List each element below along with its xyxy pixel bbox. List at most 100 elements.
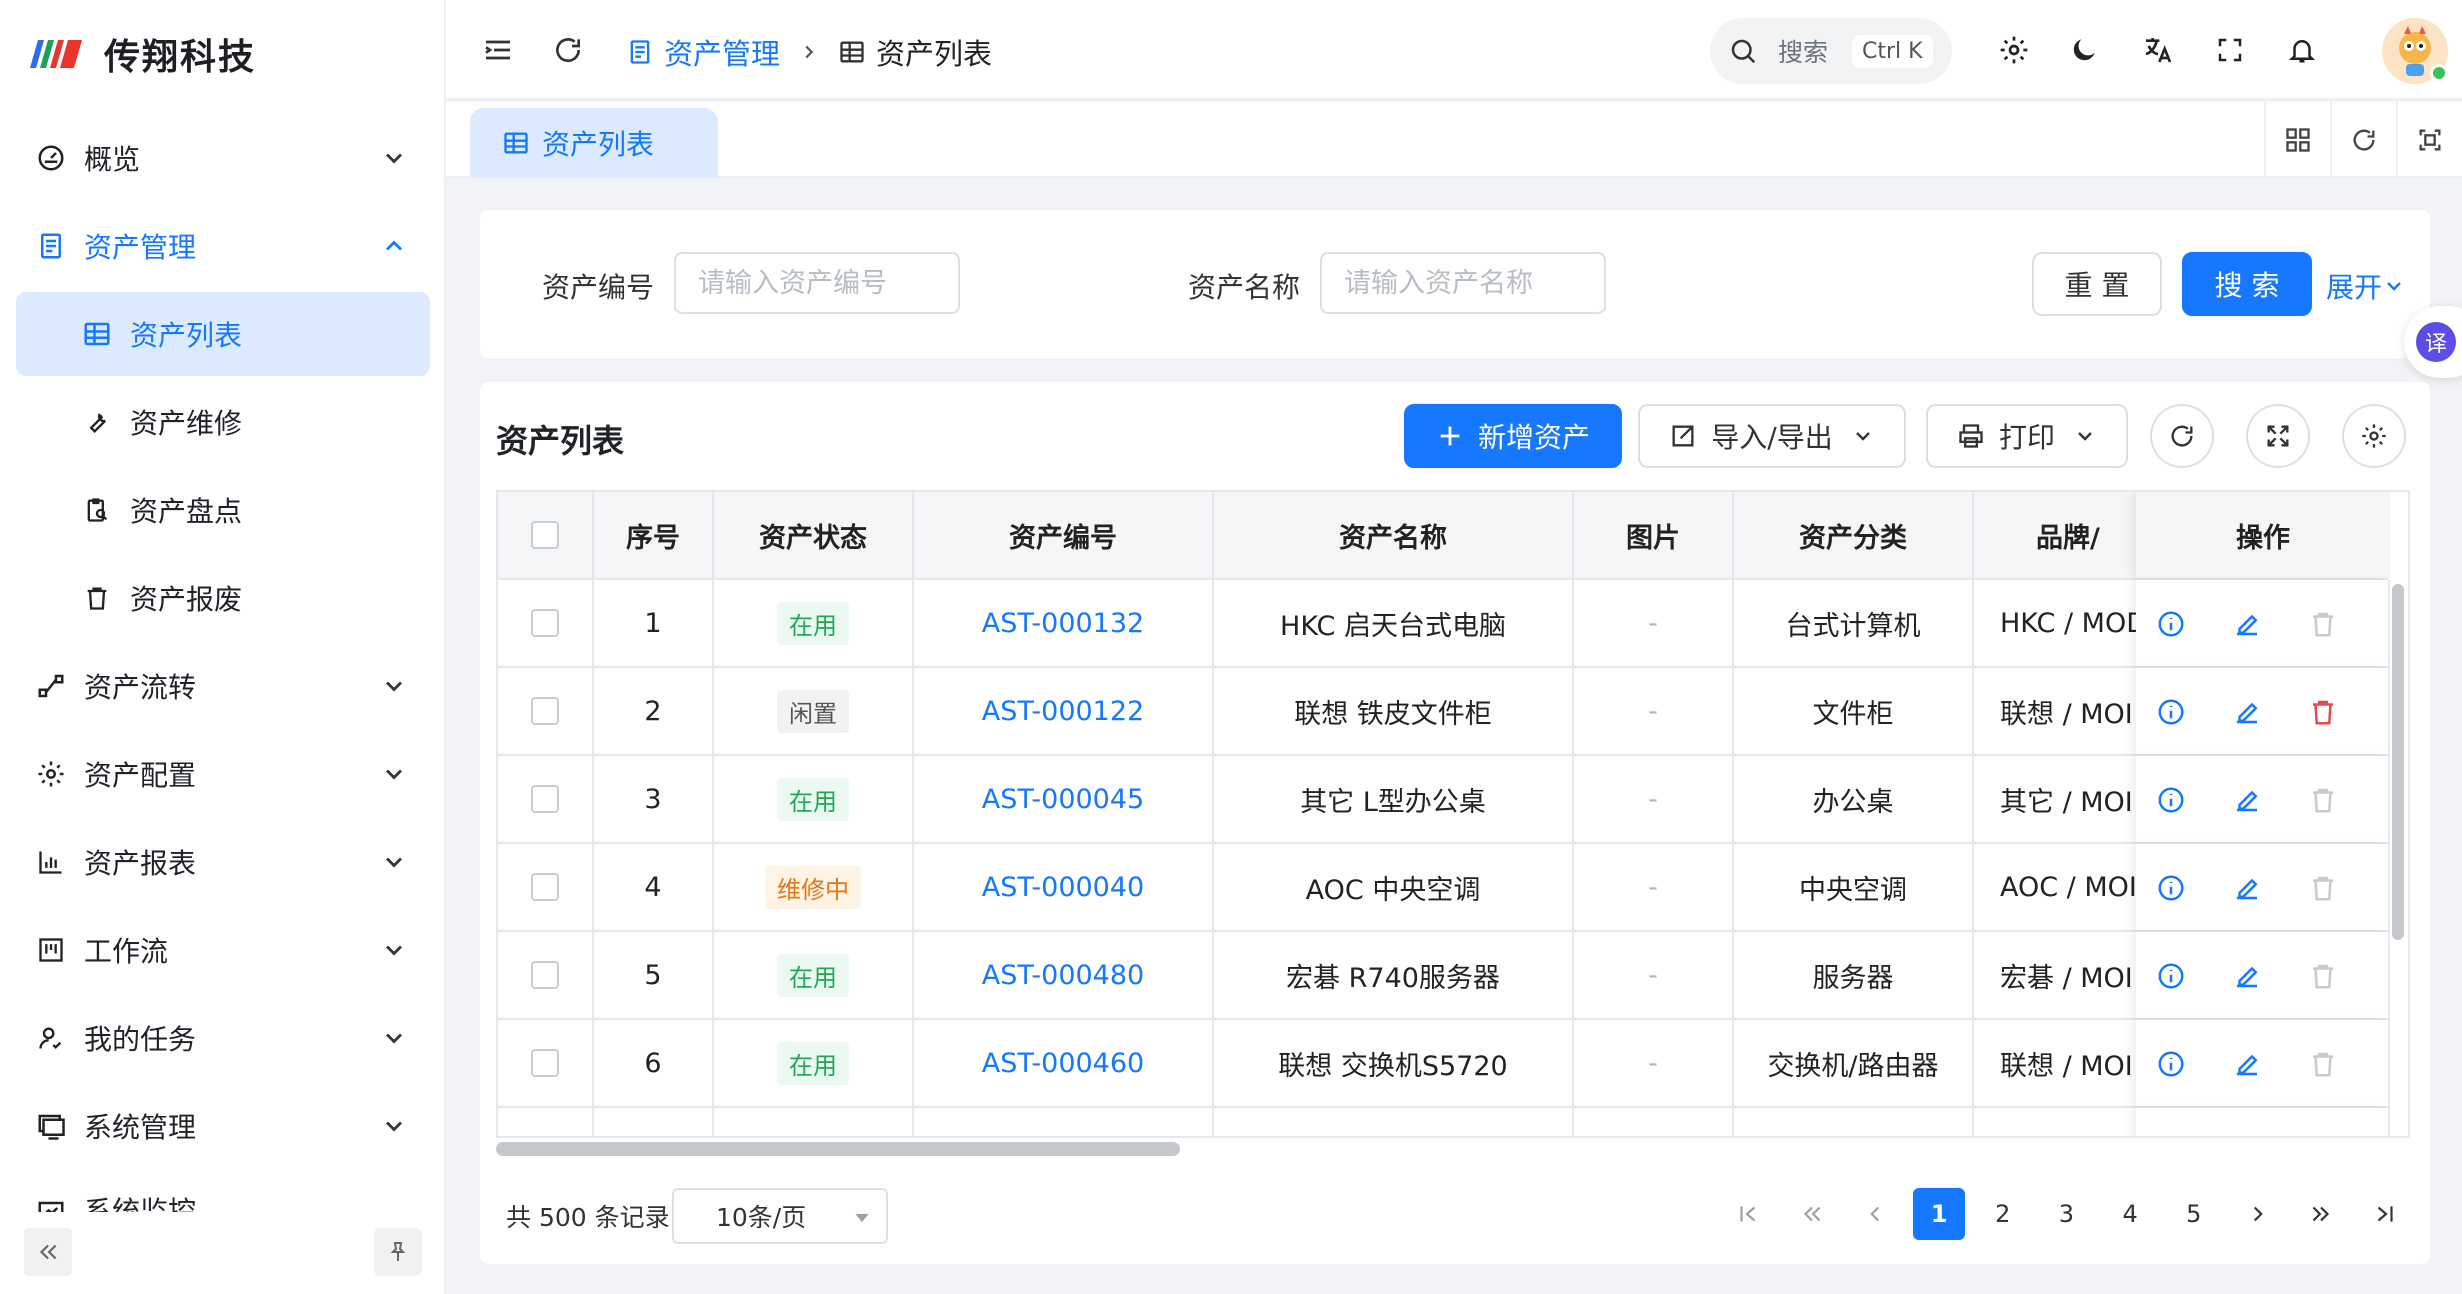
column-header-category[interactable]: 资产分类 <box>1734 492 1974 578</box>
asset-no-link[interactable]: AST-000480 <box>982 960 1144 991</box>
settings-button[interactable] <box>1992 28 2036 72</box>
pin-sidebar-button[interactable] <box>374 1228 422 1276</box>
column-header-asset-name[interactable]: 资产名称 <box>1214 492 1574 578</box>
tab-refresh-button[interactable] <box>2330 102 2396 178</box>
menu-toggle-button[interactable] <box>476 28 520 72</box>
sidebar-item-my-tasks[interactable]: 我的任务 <box>16 996 430 1080</box>
edit-icon[interactable] <box>2232 609 2262 639</box>
asset-no-link[interactable]: AST-000040 <box>982 872 1144 903</box>
first-page-button[interactable] <box>1722 1188 1774 1240</box>
info-icon[interactable] <box>2156 1049 2186 1079</box>
asset-no-link[interactable]: AST-000045 <box>982 784 1144 815</box>
sidebar-item-asset-management[interactable]: 资产管理 <box>16 204 430 288</box>
import-export-button[interactable]: 导入/导出 <box>1638 404 1906 468</box>
row-checkbox[interactable] <box>531 1049 559 1077</box>
status-badge: 维修中 <box>765 865 861 909</box>
edit-icon[interactable] <box>2232 785 2262 815</box>
page-button-3[interactable]: 3 <box>2040 1188 2092 1240</box>
asset-no-link[interactable]: AST-000132 <box>982 608 1144 639</box>
edit-icon[interactable] <box>2232 1049 2262 1079</box>
info-icon[interactable] <box>2156 785 2186 815</box>
fast-backward-button[interactable] <box>1786 1188 1838 1240</box>
status-badge: 在用 <box>777 953 849 997</box>
sidebar-item-asset-config[interactable]: 资产配置 <box>16 732 430 816</box>
page-size-select[interactable]: 10条/页 <box>672 1188 888 1244</box>
last-page-icon <box>2377 1206 2393 1222</box>
search-button[interactable]: 搜 索 <box>2182 252 2312 316</box>
select-all-checkbox[interactable] <box>531 521 559 549</box>
delete-icon[interactable] <box>2308 785 2338 815</box>
row-status-cell: 维修中 <box>714 844 914 930</box>
sidebar-item-overview[interactable]: 概览 <box>16 116 430 200</box>
sidebar-item-asset-repair[interactable]: 资产维修 <box>16 380 430 464</box>
sidebar-item-label: 资产管理 <box>84 231 197 264</box>
sidebar-item-system-management[interactable]: 系统管理 <box>16 1084 430 1168</box>
edit-icon[interactable] <box>2232 961 2262 991</box>
row-category: 台式计算机 <box>1734 580 1974 666</box>
refresh-page-button[interactable] <box>546 28 590 72</box>
breadcrumb-item-asset-management[interactable]: 资产管理 <box>626 31 780 73</box>
expand-filters-link[interactable]: 展开 <box>2326 266 2406 306</box>
page-button-5[interactable]: 5 <box>2168 1188 2220 1240</box>
add-asset-button[interactable]: 新增资产 <box>1404 404 1622 468</box>
prev-page-button[interactable] <box>1849 1188 1901 1240</box>
asset-no-input[interactable] <box>674 252 960 314</box>
collapse-sidebar-button[interactable] <box>24 1228 72 1276</box>
asset-no-link[interactable]: AST-000122 <box>982 696 1144 727</box>
row-checkbox[interactable] <box>531 697 559 725</box>
info-icon[interactable] <box>2156 961 2186 991</box>
row-checkbox[interactable] <box>531 609 559 637</box>
delete-icon[interactable] <box>2308 609 2338 639</box>
column-header-status[interactable]: 资产状态 <box>714 492 914 578</box>
fast-forward-button[interactable] <box>2295 1188 2347 1240</box>
print-button[interactable]: 打印 <box>1926 404 2128 468</box>
delete-icon[interactable] <box>2308 1049 2338 1079</box>
sidebar-item-system-monitor[interactable]: 系统监控 <box>16 1172 430 1212</box>
reset-button[interactable]: 重 置 <box>2032 252 2162 316</box>
table-horizontal-scroll-thumb[interactable] <box>496 1142 1180 1156</box>
language-button[interactable] <box>2136 28 2180 72</box>
sidebar-item-asset-report[interactable]: 资产报表 <box>16 820 430 904</box>
table-refresh-button[interactable] <box>2150 404 2214 468</box>
sidebar-item-asset-scrap[interactable]: 资产报废 <box>16 556 430 640</box>
delete-icon[interactable] <box>2308 697 2338 727</box>
tab-maximize-button[interactable] <box>2396 102 2462 178</box>
asset-name-input[interactable] <box>1320 252 1606 314</box>
row-checkbox[interactable] <box>531 873 559 901</box>
brand[interactable]: 传翔科技 <box>28 26 256 82</box>
page-button-2[interactable]: 2 <box>1977 1188 2029 1240</box>
tab-grid-button[interactable] <box>2264 102 2330 178</box>
moon-icon <box>2073 39 2095 61</box>
breadcrumb: 资产管理 资产列表 <box>626 30 992 74</box>
column-settings-button[interactable] <box>2342 404 2406 468</box>
asset-no-link[interactable]: AST-000460 <box>982 1048 1144 1079</box>
delete-icon[interactable] <box>2308 873 2338 903</box>
fullscreen-button[interactable] <box>2208 28 2252 72</box>
row-image: - <box>1574 668 1734 754</box>
edit-icon[interactable] <box>2232 697 2262 727</box>
notifications-button[interactable] <box>2280 28 2324 72</box>
tab-asset-list[interactable]: 资产列表 <box>470 108 718 178</box>
edit-icon[interactable] <box>2232 873 2262 903</box>
next-page-button[interactable] <box>2232 1188 2284 1240</box>
sidebar-item-asset-flow[interactable]: 资产流转 <box>16 644 430 728</box>
page-button-4[interactable]: 4 <box>2104 1188 2156 1240</box>
info-icon[interactable] <box>2156 873 2186 903</box>
table-vertical-scroll-thumb[interactable] <box>2392 584 2404 940</box>
row-checkbox[interactable] <box>531 961 559 989</box>
table-fullscreen-button[interactable] <box>2246 404 2310 468</box>
breadcrumb-label: 资产列表 <box>876 37 993 71</box>
global-search-button[interactable]: 搜索 Ctrl K <box>1710 18 1952 84</box>
delete-icon[interactable] <box>2308 961 2338 991</box>
sidebar-item-workflow[interactable]: 工作流 <box>16 908 430 992</box>
sidebar-item-asset-list[interactable]: 资产列表 <box>16 292 430 376</box>
translate-float-button[interactable]: 译 <box>2404 306 2462 378</box>
dark-mode-toggle[interactable] <box>2062 28 2106 72</box>
info-icon[interactable] <box>2156 609 2186 639</box>
info-icon[interactable] <box>2156 697 2186 727</box>
column-header-asset-no[interactable]: 资产编号 <box>914 492 1214 578</box>
page-button-1[interactable]: 1 <box>1913 1188 1966 1240</box>
last-page-button[interactable] <box>2359 1188 2411 1240</box>
sidebar-item-asset-inventory[interactable]: 资产盘点 <box>16 468 430 552</box>
row-checkbox[interactable] <box>531 785 559 813</box>
